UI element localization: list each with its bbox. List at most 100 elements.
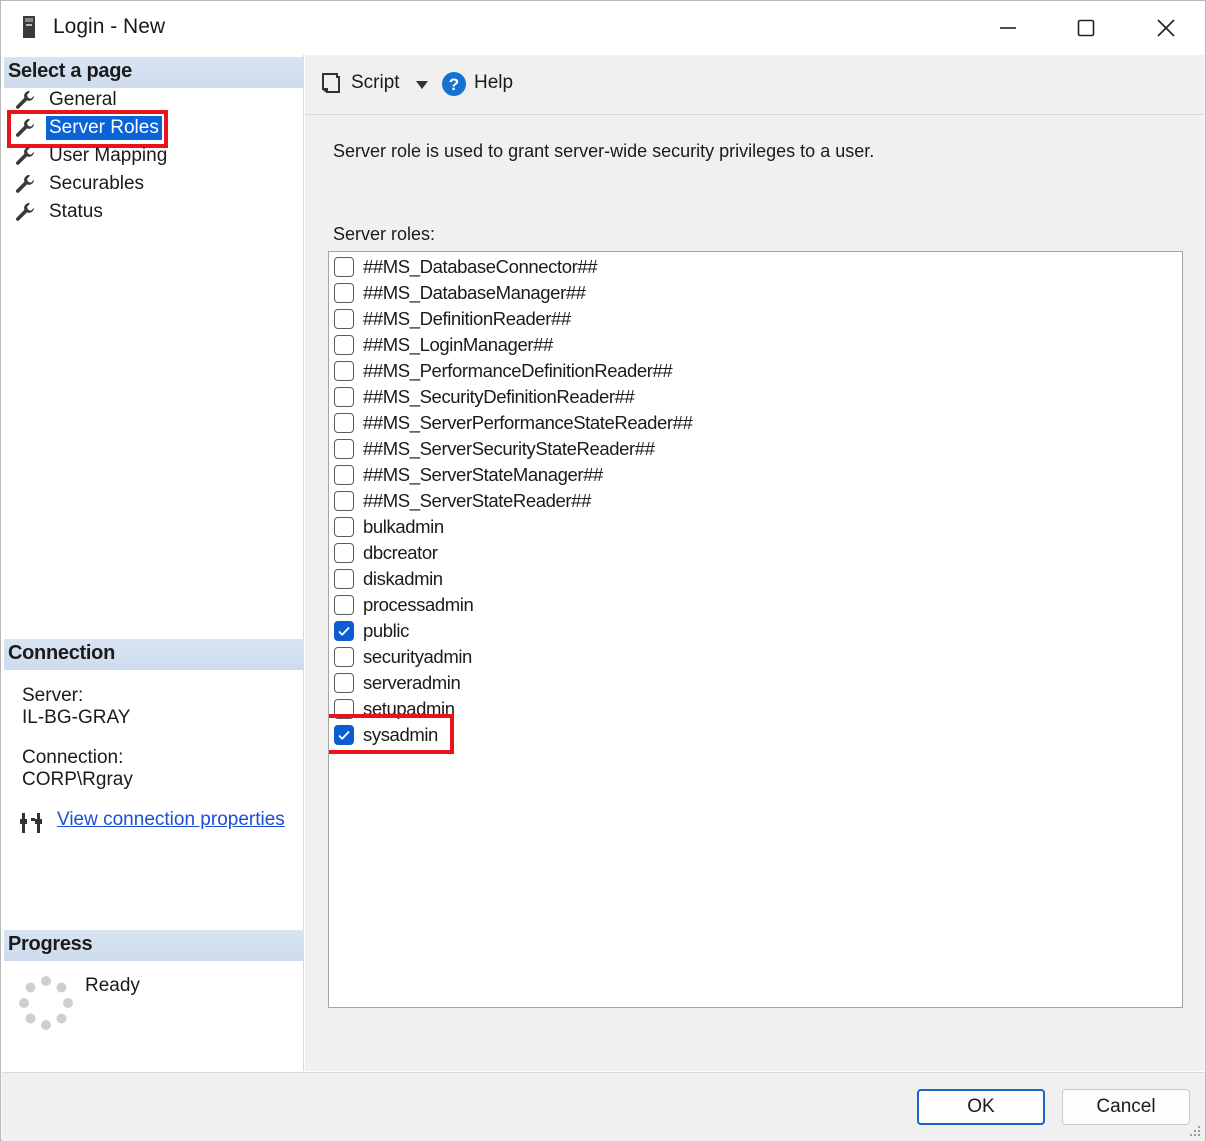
role-checkbox[interactable] (334, 647, 354, 667)
select-page-header: Select a page (4, 57, 304, 88)
page-item-securables[interactable]: Securables (14, 171, 147, 197)
role-row[interactable]: securityadmin (334, 644, 472, 670)
page-item-status[interactable]: Status (14, 199, 106, 225)
role-checkbox[interactable] (334, 361, 354, 381)
role-row[interactable]: serveradmin (334, 670, 461, 696)
server-roles-list: ##MS_DatabaseConnector## ##MS_DatabaseMa… (328, 251, 1183, 1008)
connection-header: Connection (4, 639, 304, 670)
progress-status: Ready (85, 975, 140, 996)
role-name: diskadmin (363, 568, 443, 589)
role-checkbox[interactable] (334, 309, 354, 329)
role-row[interactable]: ##MS_ServerSecurityStateReader## (334, 436, 655, 462)
role-name: dbcreator (363, 542, 438, 563)
role-name: ##MS_ServerSecurityStateReader## (363, 438, 655, 459)
svg-text:?: ? (449, 75, 459, 94)
role-row[interactable]: ##MS_DatabaseConnector## (334, 254, 598, 280)
role-row[interactable]: processadmin (334, 592, 474, 618)
role-name: serveradmin (363, 672, 461, 693)
main-pane: Script ? Help Server role is used to gra… (305, 55, 1204, 1071)
role-row[interactable]: ##MS_ServerPerformanceStateReader## (334, 410, 693, 436)
title-bar: Login - New (1, 1, 1205, 55)
role-checkbox[interactable] (334, 673, 354, 693)
toolbar: Script ? Help (305, 55, 1204, 115)
role-row[interactable]: public (334, 618, 409, 644)
role-row[interactable]: diskadmin (334, 566, 443, 592)
connection-value: CORP\Rgray (22, 769, 133, 790)
resize-grip-icon[interactable] (1187, 1123, 1201, 1137)
role-name: processadmin (363, 594, 474, 615)
script-icon[interactable] (319, 71, 343, 95)
ok-button[interactable]: OK (917, 1089, 1045, 1125)
wrench-icon (15, 175, 35, 193)
role-checkbox[interactable] (334, 595, 354, 615)
server-value: IL-BG-GRAY (22, 707, 131, 728)
connection-label: Connection: (22, 747, 124, 768)
role-checkbox[interactable] (334, 569, 354, 589)
role-row[interactable]: ##MS_SecurityDefinitionReader## (334, 384, 635, 410)
role-checkbox[interactable] (334, 543, 354, 563)
role-name: ##MS_DatabaseManager## (363, 282, 586, 303)
role-name: ##MS_ServerStateReader## (363, 490, 591, 511)
server-roles-label: Server roles: (333, 224, 436, 244)
dropdown-arrow-icon[interactable] (415, 80, 429, 90)
role-checkbox[interactable] (334, 257, 354, 277)
script-button[interactable]: Script (351, 72, 400, 94)
view-connection-properties-link[interactable]: View connection properties (57, 809, 285, 831)
role-row[interactable]: bulkadmin (334, 514, 444, 540)
role-name: public (363, 620, 409, 641)
wrench-icon (15, 203, 35, 221)
minimize-button[interactable] (969, 1, 1047, 55)
dialog-footer: OK Cancel (2, 1072, 1205, 1141)
role-checkbox[interactable] (334, 621, 354, 641)
role-name: ##MS_ServerStateManager## (363, 464, 603, 485)
window-title: Login - New (53, 15, 166, 38)
role-name: ##MS_DefinitionReader## (363, 308, 571, 329)
app-icon (23, 16, 35, 38)
role-row[interactable]: dbcreator (334, 540, 438, 566)
role-name: ##MS_LoginManager## (363, 334, 553, 355)
role-name: ##MS_SecurityDefinitionReader## (363, 386, 635, 407)
role-checkbox[interactable] (334, 335, 354, 355)
close-icon (1157, 19, 1175, 37)
sysadmin-highlight (329, 714, 454, 754)
minimize-icon (1000, 27, 1016, 29)
role-checkbox[interactable] (334, 283, 354, 303)
role-row[interactable]: ##MS_ServerStateReader## (334, 488, 591, 514)
role-row[interactable]: ##MS_LoginManager## (334, 332, 553, 358)
page-item-label: Status (49, 201, 103, 222)
progress-header: Progress (4, 930, 304, 961)
role-row[interactable]: ##MS_DatabaseManager## (334, 280, 586, 306)
server-label: Server: (22, 685, 84, 706)
page-item-label: User Mapping (49, 145, 168, 166)
left-pane: Select a page General Server Roles User … (4, 55, 304, 1071)
close-button[interactable] (1127, 1, 1205, 55)
role-checkbox[interactable] (334, 517, 354, 537)
wrench-icon (15, 147, 35, 165)
login-dialog: Login - New Select a page General Server… (0, 0, 1206, 1141)
connection-icon (20, 813, 42, 833)
page-item-label: Securables (49, 173, 145, 194)
checkmark-icon (338, 626, 350, 636)
page-description: Server role is used to grant server-wide… (333, 141, 875, 161)
role-row[interactable]: ##MS_ServerStateManager## (334, 462, 603, 488)
role-row[interactable]: ##MS_PerformanceDefinitionReader## (334, 358, 673, 384)
role-name: securityadmin (363, 646, 472, 667)
role-name: ##MS_PerformanceDefinitionReader## (363, 360, 673, 381)
role-name: bulkadmin (363, 516, 444, 537)
page-item-label: General (49, 89, 117, 110)
spinner-icon (19, 976, 73, 1030)
role-checkbox[interactable] (334, 387, 354, 407)
role-checkbox[interactable] (334, 491, 354, 511)
role-checkbox[interactable] (334, 439, 354, 459)
help-icon[interactable]: ? (441, 71, 467, 97)
help-button[interactable]: Help (474, 72, 513, 94)
role-name: ##MS_DatabaseConnector## (363, 256, 598, 277)
role-checkbox[interactable] (334, 413, 354, 433)
role-name: ##MS_ServerPerformanceStateReader## (363, 412, 693, 433)
role-row[interactable]: ##MS_DefinitionReader## (334, 306, 571, 332)
maximize-icon (1077, 19, 1095, 37)
maximize-button[interactable] (1047, 1, 1125, 55)
page-item-user-mapping[interactable]: User Mapping (14, 143, 170, 169)
role-checkbox[interactable] (334, 465, 354, 485)
cancel-button[interactable]: Cancel (1062, 1089, 1190, 1125)
